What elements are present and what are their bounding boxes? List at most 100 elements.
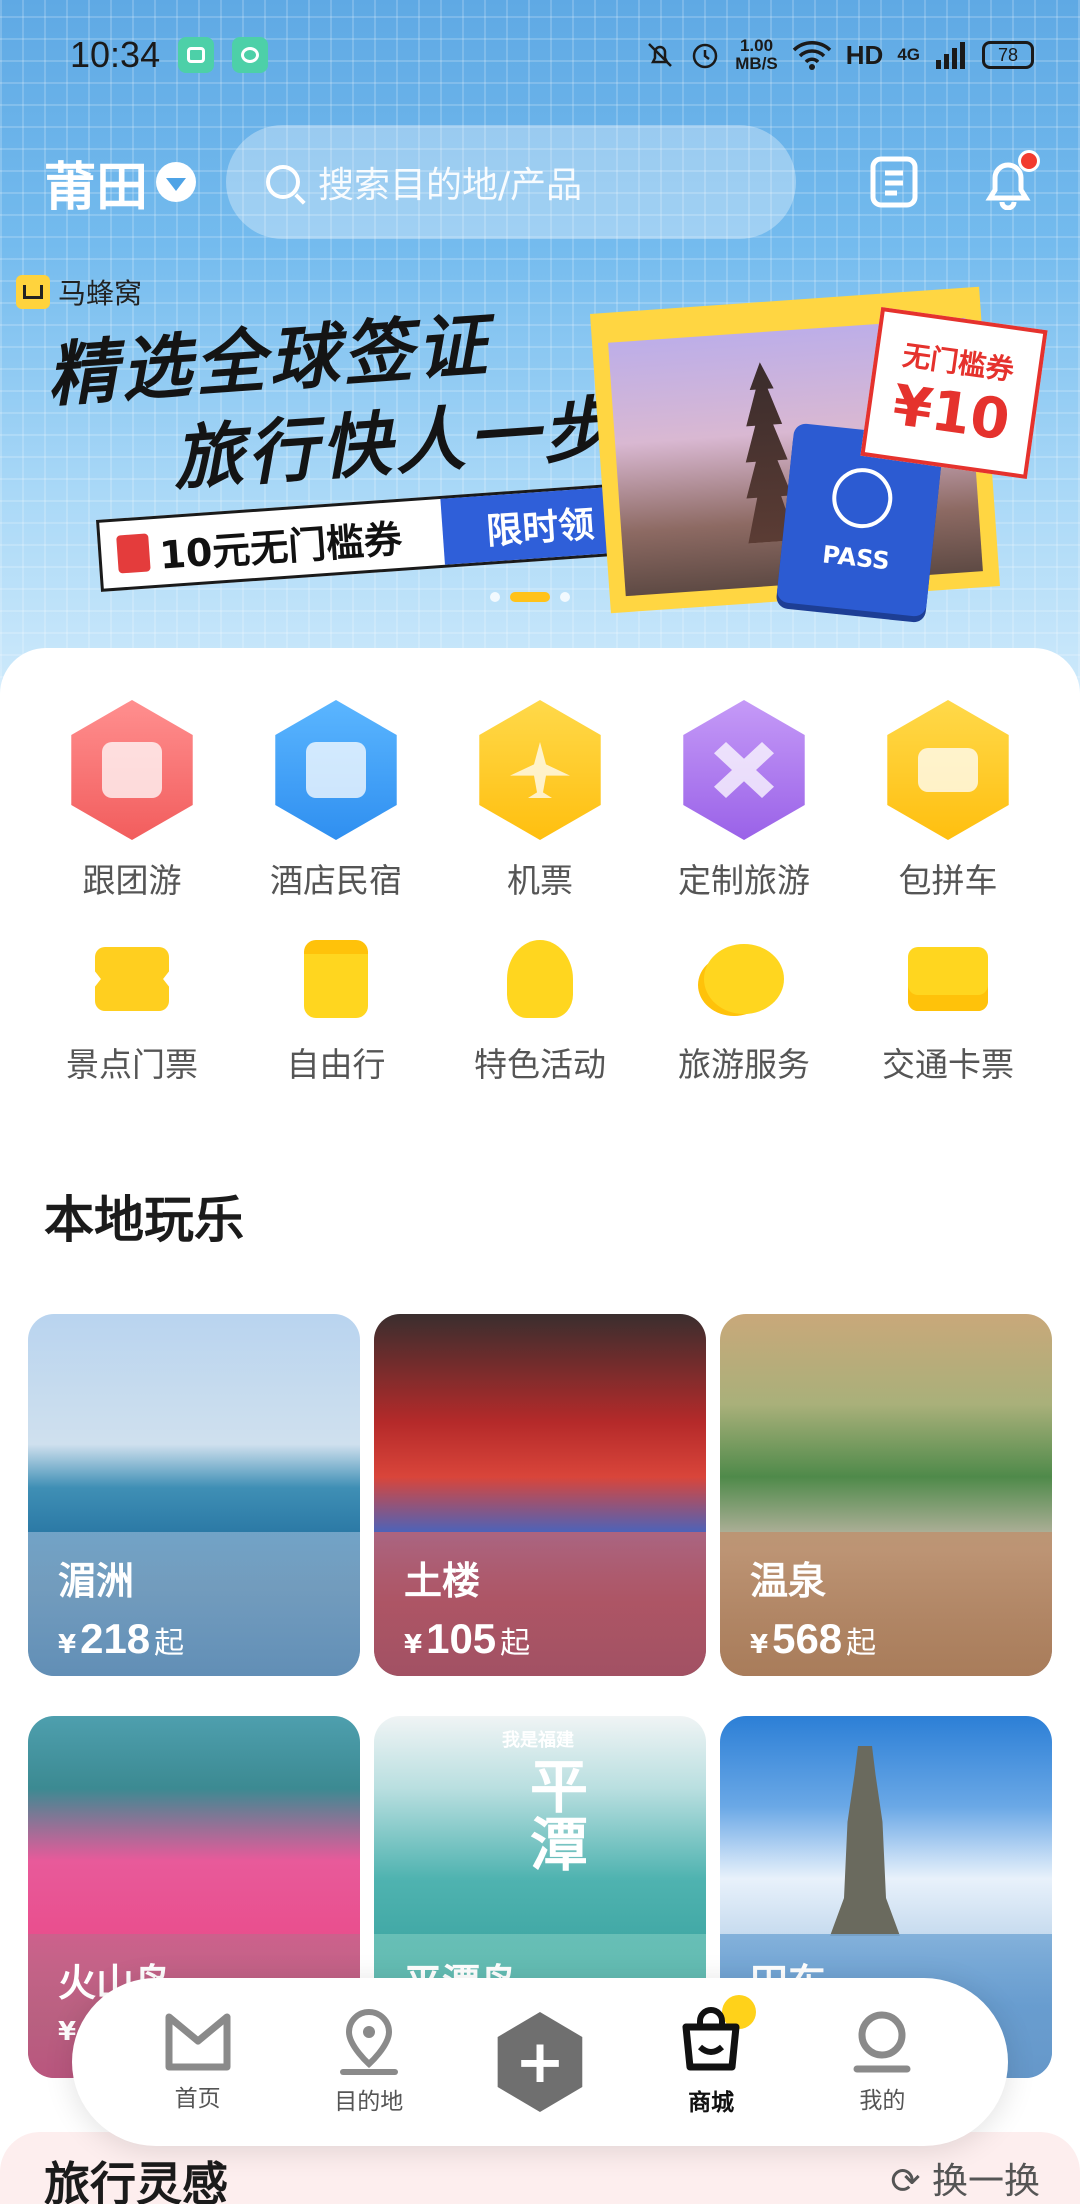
price-suffix: 起 [846, 1626, 877, 1661]
currency-symbol: ¥ [750, 1630, 769, 1660]
tab-destination[interactable]: 目的地 [304, 2008, 434, 2116]
price-amount: 568 [772, 1615, 843, 1662]
notification-bell-icon[interactable] [976, 150, 1040, 214]
claim-coupon-label: 限时领 [485, 504, 596, 553]
brand-name: 马蜂窝 [58, 277, 143, 310]
card-info: 温泉 ¥ 568 起 [720, 1532, 1052, 1676]
category-label: 景点门票 [66, 1045, 198, 1084]
car-icon [887, 700, 1009, 840]
destination-card-tulou[interactable]: 土楼 ¥ 105 起 [374, 1314, 706, 1676]
tab-home-label: 首页 [174, 2086, 221, 2112]
local-cards-row-1: 湄洲 ¥ 218 起 土楼 ¥ 105 起 温泉 ¥ 568 起 [28, 1314, 1052, 1676]
home-m-icon [165, 2013, 231, 2071]
category-label: 旅游服务 [678, 1045, 810, 1084]
category-group-tour[interactable]: 跟团游 [30, 700, 234, 902]
tab-mall-label: 商城 [688, 2090, 735, 2116]
search-placeholder: 搜索目的地/产品 [318, 165, 583, 206]
card-price: ¥ 218 起 [58, 1615, 360, 1663]
currency-symbol: ¥ [58, 1630, 77, 1660]
tab-me[interactable]: 我的 [817, 2009, 947, 2115]
ticket-icon [87, 934, 177, 1024]
speed-value: 1.00 [739, 36, 774, 55]
tab-mall[interactable]: 商城 [646, 1995, 776, 2117]
secondary-category-row: 景点门票 自由行 特色活动 旅游服务 交通卡票 [0, 934, 1080, 1086]
category-label: 机票 [507, 861, 573, 900]
custom-tour-icon [683, 700, 805, 840]
category-travel-service[interactable]: 旅游服务 [642, 934, 846, 1086]
card-info: 湄洲 ¥ 218 起 [28, 1532, 360, 1676]
price-amount: 105 [426, 1615, 497, 1662]
red-packet-icon [116, 533, 151, 574]
category-custom-tour[interactable]: 定制旅游 [642, 700, 846, 902]
battery-icon: 78 [982, 41, 1034, 69]
price-suffix: 起 [500, 1626, 531, 1661]
pingtan-sub-text: 我是福建 [502, 1730, 574, 1751]
price-suffix: 起 [154, 1626, 185, 1661]
header: 莆田 搜索目的地/产品 [0, 122, 1080, 242]
category-transit-card[interactable]: 交通卡票 [846, 934, 1050, 1086]
destination-card-meizhou[interactable]: 湄洲 ¥ 218 起 [28, 1314, 360, 1676]
status-time: 10:34 [70, 34, 161, 75]
tab-destination-label: 目的地 [334, 2089, 404, 2115]
category-flight[interactable]: 机票 [438, 700, 642, 902]
alarm-icon [693, 43, 718, 69]
wifi-icon [792, 41, 831, 70]
category-label: 跟团游 [82, 861, 182, 900]
mute-bell-icon [648, 43, 673, 67]
category-label: 交通卡票 [882, 1045, 1014, 1084]
card-price: ¥ 105 起 [404, 1615, 706, 1663]
signal-icon [936, 42, 965, 69]
lightbulb-icon [495, 934, 585, 1024]
card-price: ¥ 568 起 [750, 1615, 1052, 1663]
pagination-dot-active[interactable] [510, 592, 550, 602]
coupon-ticket: 无门槛券 ¥10 [860, 307, 1048, 479]
card-info: 土楼 ¥ 105 起 [374, 1532, 706, 1676]
card-name: 土楼 [404, 1559, 481, 1603]
banner-pagination [490, 592, 570, 602]
destination-card-hotspring[interactable]: 温泉 ¥ 568 起 [720, 1314, 1052, 1676]
plus-icon: + [497, 2012, 583, 2112]
service-bell-icon [699, 934, 789, 1024]
pagination-dot[interactable] [490, 592, 500, 602]
hd-label: HD [845, 39, 884, 70]
chat-notification-icon [232, 37, 269, 73]
price-amount: 218 [80, 1615, 151, 1662]
status-indicators: 1.00 MB/S HD 4G 78 [645, 37, 1034, 73]
chevron-down-icon [156, 162, 197, 202]
category-label: 包拼车 [898, 861, 998, 900]
orders-icon[interactable] [862, 150, 926, 214]
transit-card-icon [903, 934, 993, 1024]
pagination-dot[interactable] [560, 592, 570, 602]
currency-symbol: ¥ [404, 1630, 423, 1660]
search-icon [266, 165, 301, 199]
category-carpool[interactable]: 包拼车 [846, 700, 1050, 902]
category-tickets[interactable]: 景点门票 [30, 934, 234, 1086]
category-label: 特色活动 [474, 1045, 606, 1084]
flag-icon [71, 700, 193, 840]
category-free-travel[interactable]: 自由行 [234, 934, 438, 1086]
passport-label: PASS [821, 540, 892, 576]
tab-home[interactable]: 首页 [133, 2011, 263, 2113]
app-notification-icon [178, 37, 215, 73]
category-hotel[interactable]: 酒店民宿 [234, 700, 438, 902]
hero-area: 10:34 1.00 MB/S HD 4G 78 莆田 搜索目的地/产品 马蜂窝… [0, 0, 1080, 700]
speed-unit: MB/S [735, 54, 778, 73]
hotel-icon [275, 700, 397, 840]
refresh-button[interactable]: ⟳ 换一换 [890, 2152, 1040, 2204]
tab-publish[interactable]: + [475, 2012, 605, 2112]
city-selector[interactable]: 莆田 [44, 145, 197, 220]
shopping-bag-icon [678, 1995, 757, 2077]
notification-dot [1018, 150, 1040, 172]
network-type: 4G [897, 45, 920, 64]
coupon-text: 10元无门槛券 [158, 516, 404, 578]
refresh-label: 换一换 [931, 2161, 1040, 2202]
status-bar: 10:34 1.00 MB/S HD 4G 78 [0, 0, 1080, 110]
search-input[interactable]: 搜索目的地/产品 [226, 125, 797, 239]
plane-icon [479, 700, 601, 840]
category-activities[interactable]: 特色活动 [438, 934, 642, 1086]
banner-title[interactable]: 精选全球签证 旅行快人一步! [44, 288, 655, 513]
card-name: 湄洲 [58, 1559, 135, 1603]
tab-me-label: 我的 [859, 2088, 906, 2114]
location-pin-icon [339, 2008, 398, 2075]
inspiration-title: 旅行灵感 [44, 2157, 228, 2204]
